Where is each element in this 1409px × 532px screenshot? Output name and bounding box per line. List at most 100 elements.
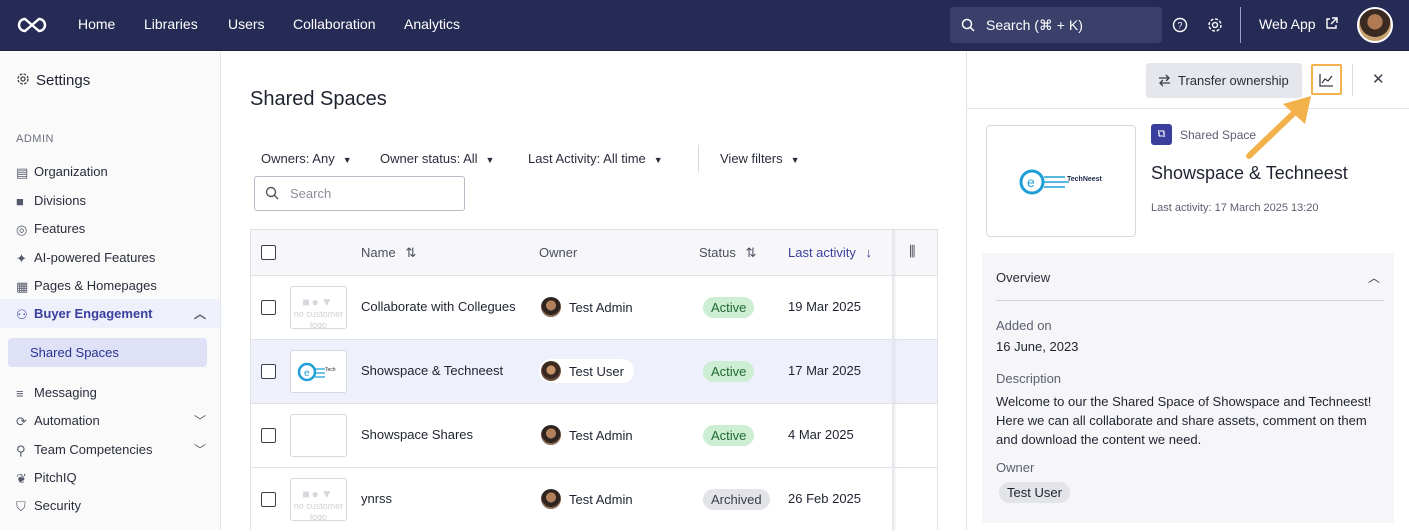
shared-space-icon: ⧉ [1151, 124, 1172, 145]
gear-icon [17, 73, 29, 85]
column-header-name[interactable]: Name ⇅ [361, 245, 416, 261]
chevron-up-icon[interactable]: ︿ [1368, 269, 1380, 286]
sidebar-item-features[interactable]: ◎ Features [16, 217, 206, 239]
status-badge-text: Active [703, 425, 755, 446]
help-icon[interactable]: ? [1171, 16, 1189, 34]
table-row[interactable]: Showspace Shares Test Admin Active 4 Mar… [251, 404, 937, 468]
owner-label: Owner [996, 460, 1035, 475]
sidebar-item-label: Messaging [34, 384, 97, 400]
sidebar-item-label: Organization [34, 163, 108, 179]
layout-icon: ▦ [16, 278, 29, 294]
sidebar-item-label: Automation [34, 412, 100, 428]
settings-sidebar: Settings ADMIN ▤ Organization ■ Divisions … [0, 52, 221, 530]
row-checkbox[interactable] [261, 364, 276, 379]
sticky-column-divider [892, 230, 894, 531]
people-icon: ⚇ [16, 306, 28, 322]
row-last-activity: 19 Mar 2025 [788, 299, 861, 314]
row-name[interactable]: Showspace & Techneest [361, 363, 503, 378]
panel-header-divider [1352, 64, 1353, 96]
space-name: Showspace & Techneest [1151, 163, 1348, 183]
global-search-label: Search (⌘ + K) [986, 17, 1083, 33]
sidebar-item-pitchiq[interactable]: ❦ PitchIQ [16, 466, 206, 488]
user-avatar[interactable] [1357, 7, 1393, 43]
sidebar-item-label: PitchIQ [34, 469, 77, 485]
sidebar-item-pages[interactable]: ▦ Pages & Homepages [16, 274, 206, 296]
no-logo-text: no customer logo [293, 501, 344, 521]
column-settings-icon[interactable]: ⫼ [909, 243, 915, 260]
column-status-label: Status [699, 245, 736, 260]
sidebar-item-divisions[interactable]: ■ Divisions [16, 189, 206, 211]
status-badge: Active [703, 297, 755, 318]
row-thumbnail: ■●▼ no customer logo [290, 286, 347, 329]
select-all-checkbox[interactable] [261, 245, 276, 260]
close-icon[interactable]: ✕ [1372, 70, 1385, 88]
techneest-logo: e TechNeest [1019, 169, 1103, 195]
row-checkbox[interactable] [261, 300, 276, 315]
sidebar-item-ai-features[interactable]: ✦ AI-powered Features [16, 246, 206, 268]
filter-owners-label: Owners: Any [261, 151, 335, 166]
nav-libraries[interactable]: Libraries [144, 0, 198, 51]
main-content: Shared Spaces Owners: Any ▼ Owner status:… [221, 52, 966, 532]
view-filters-button[interactable]: View filters ▼ [720, 151, 800, 166]
filter-last-activity[interactable]: Last Activity: All time ▼ [528, 151, 663, 166]
column-header-status[interactable]: Status ⇅ [699, 245, 756, 261]
sidebar-item-messaging[interactable]: ≡ Messaging [16, 381, 206, 403]
row-owner-name: Test Admin [569, 427, 633, 443]
sidebar-subitem-shared-spaces[interactable]: Shared Spaces [8, 338, 207, 367]
row-owner-name: Test Admin [569, 491, 633, 507]
column-header-last-activity[interactable]: Last activity ↓ [788, 245, 872, 260]
row-owner-name: Test User [569, 363, 624, 379]
sidebar-item-label: Buyer Engagement [34, 305, 153, 321]
table-row[interactable]: ■●▼ no customer logo Collaborate with Col… [251, 276, 937, 340]
briefcase-icon: ■ [16, 193, 24, 209]
sidebar-item-team-competencies[interactable]: ⚲ Team Competencies ﹀ [16, 438, 206, 460]
chevron-down-icon: ﹀ [193, 413, 206, 428]
table-row[interactable]: ■●▼ no customer logo ynrss Test Admin Arc… [251, 468, 937, 532]
row-checkbox[interactable] [261, 492, 276, 507]
column-header-owner[interactable]: Owner [539, 245, 577, 260]
nav-home[interactable]: Home [78, 0, 115, 51]
nav-collaboration[interactable]: Collaboration [293, 0, 376, 51]
table-search-input[interactable]: Search [254, 176, 465, 211]
nav-users[interactable]: Users [228, 0, 265, 51]
web-app-link[interactable]: Web App [1259, 0, 1339, 49]
table-header: Name ⇅ Owner Status ⇅ Last activity ↓ ⫼ [251, 230, 937, 276]
brain-icon: ❦ [16, 470, 27, 486]
filter-owner-status[interactable]: Owner status: All ▼ [380, 151, 494, 166]
sidebar-item-automation[interactable]: ⟳ Automation ﹀ [16, 409, 206, 431]
global-search[interactable]: Search (⌘ + K) [950, 7, 1162, 43]
sparkle-icon: ✦ [16, 250, 27, 266]
row-last-activity: 4 Mar 2025 [788, 427, 854, 442]
row-name[interactable]: ynrss [361, 491, 392, 506]
description-label: Description [996, 371, 1062, 386]
row-checkbox[interactable] [261, 428, 276, 443]
sidebar-item-buyer-engagement[interactable]: ⚇ Buyer Engagement ︿ [16, 302, 206, 324]
gear-icon[interactable] [1206, 16, 1224, 34]
caret-down-icon: ▼ [790, 155, 800, 165]
view-filters-label: View filters [720, 151, 783, 166]
overview-title[interactable]: Overview [996, 270, 1050, 285]
filter-owners[interactable]: Owners: Any ▼ [261, 151, 352, 166]
nav-analytics[interactable]: Analytics [404, 0, 460, 51]
sidebar-item-security[interactable]: ⛉ Security [16, 494, 206, 516]
sidebar-item-label: AI-powered Features [34, 249, 156, 265]
chevron-up-icon: ︿ [193, 306, 206, 321]
svg-text:?: ? [1177, 21, 1182, 31]
transfer-ownership-label: Transfer ownership [1178, 73, 1289, 88]
description-text: Welcome to our the Shared Space of Shows… [996, 394, 1372, 447]
logo-icon[interactable] [16, 13, 48, 37]
sidebar-item-organization[interactable]: ▤ Organization [16, 160, 206, 182]
no-logo-placeholder: ■●▼ no customer logo [293, 295, 344, 329]
status-badge-text: Archived [703, 489, 770, 510]
filter-divider [698, 145, 699, 173]
analytics-button[interactable] [1311, 64, 1342, 95]
row-name[interactable]: Collaborate with Collegues [361, 299, 516, 314]
status-badge: Active [703, 361, 755, 382]
row-name[interactable]: Showspace Shares [361, 427, 473, 442]
no-logo-placeholder: ■●▼ no customer logo [293, 487, 344, 521]
sidebar-item-label: Divisions [34, 192, 87, 208]
overview-divider [996, 300, 1384, 301]
settings-title-text: Settings [36, 72, 91, 89]
shield-icon: ⛉ [16, 498, 26, 514]
table-row[interactable]: e Tech Showspace & Techneest Test User Ac… [251, 340, 937, 404]
